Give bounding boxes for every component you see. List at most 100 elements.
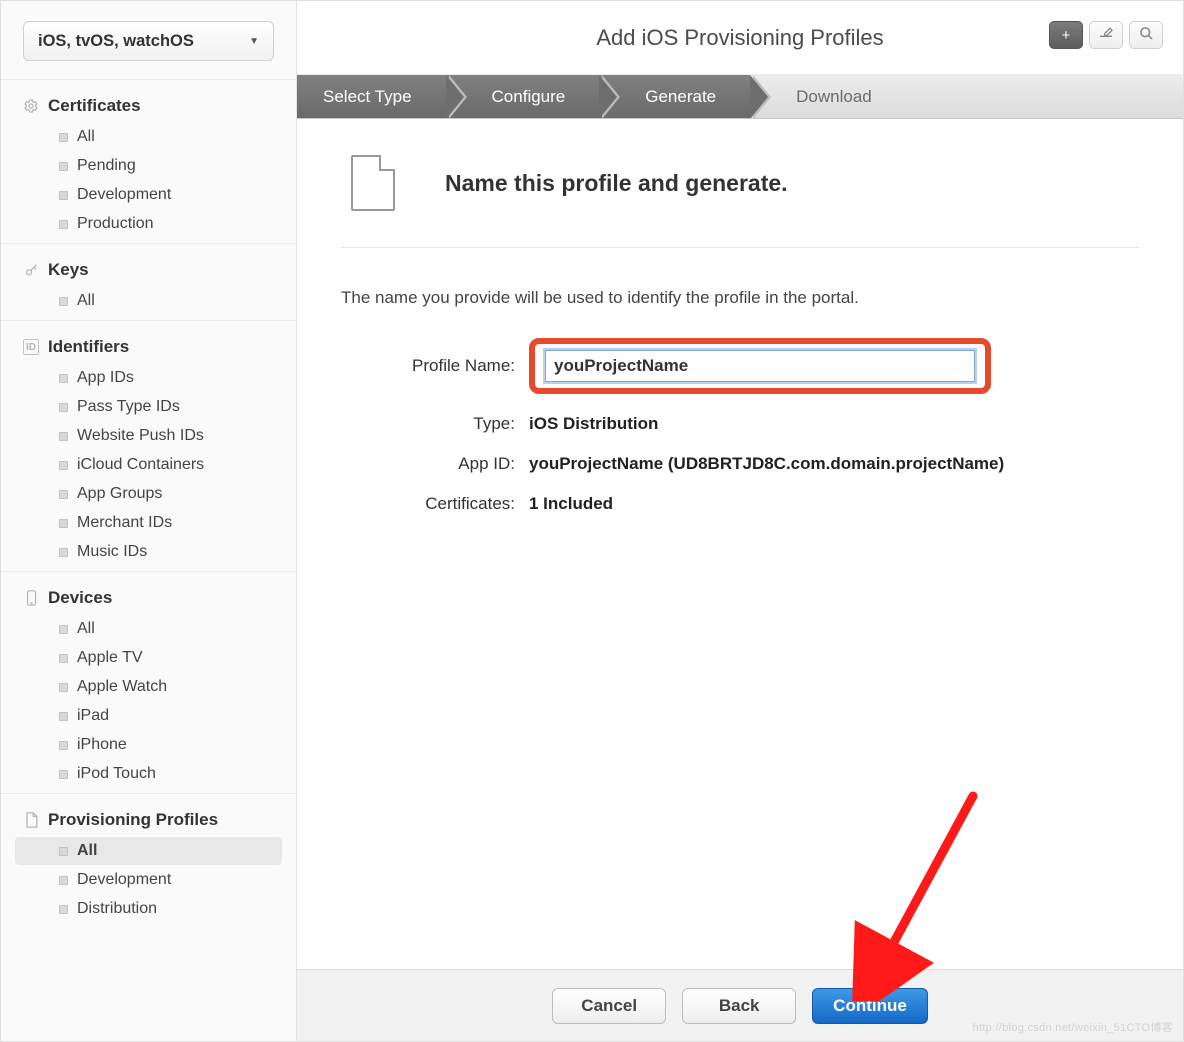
bullet-icon — [59, 162, 68, 171]
plus-icon: + — [1062, 27, 1071, 44]
step-select-type[interactable]: Select Type — [297, 75, 446, 118]
nav-item-label: All — [77, 620, 95, 638]
sidebar-item-app-ids[interactable]: App IDs — [15, 364, 282, 392]
sidebar-item-merchant-ids[interactable]: Merchant IDs — [15, 509, 282, 537]
content-pane: Name this profile and generate. The name… — [297, 119, 1183, 969]
content-header: Name this profile and generate. — [341, 155, 1139, 248]
sidebar-item-music-ids[interactable]: Music IDs — [15, 538, 282, 566]
back-button[interactable]: Back — [682, 988, 796, 1024]
nav-heading-identifiers[interactable]: ID Identifiers — [1, 331, 296, 363]
label-certificates: Certificates: — [341, 494, 529, 514]
edit-button[interactable] — [1089, 21, 1123, 49]
bullet-icon — [59, 876, 68, 885]
sidebar-item-pass-type-ids[interactable]: Pass Type IDs — [15, 393, 282, 421]
nav-item-label: Development — [77, 186, 171, 204]
content-title: Name this profile and generate. — [445, 170, 788, 197]
device-icon — [23, 590, 39, 606]
row-certificates: Certificates: 1 Included — [341, 494, 1139, 514]
sidebar-item-app-groups[interactable]: App Groups — [15, 480, 282, 508]
nav-item-label: iCloud Containers — [77, 456, 204, 474]
bullet-icon — [59, 847, 68, 856]
step-generate[interactable]: Generate — [599, 75, 750, 118]
topbar: Add iOS Provisioning Profiles + — [297, 1, 1183, 75]
nav-item-label: App IDs — [77, 369, 134, 387]
sidebar-item-certificates-development[interactable]: Development — [15, 181, 282, 209]
step-label: Download — [796, 87, 872, 107]
nav-heading-certificates[interactable]: Certificates — [1, 90, 296, 122]
nav-section-keys: Keys All — [1, 243, 296, 320]
value-type: iOS Distribution — [529, 414, 658, 434]
sidebar-item-certificates-all[interactable]: All — [15, 123, 282, 151]
row-app-id: App ID: youProjectName (UD8BRTJD8C.com.d… — [341, 454, 1139, 474]
bullet-icon — [59, 403, 68, 412]
platform-selector[interactable]: iOS, tvOS, watchOS ▼ — [23, 21, 274, 61]
cancel-button[interactable]: Cancel — [552, 988, 666, 1024]
sidebar-item-profiles-all[interactable]: All — [15, 837, 282, 865]
nav-item-label: Distribution — [77, 900, 157, 918]
nav-item-label: All — [77, 842, 97, 860]
nav-section-identifiers: ID Identifiers App IDs Pass Type IDs Web… — [1, 320, 296, 571]
bullet-icon — [59, 519, 68, 528]
watermark: http://blog.csdn.net/weixin_51CTO博客 — [973, 1019, 1173, 1035]
sidebar-item-apple-watch[interactable]: Apple Watch — [15, 673, 282, 701]
step-configure[interactable]: Configure — [446, 75, 600, 118]
add-button[interactable]: + — [1049, 21, 1083, 49]
bullet-icon — [59, 683, 68, 692]
label-profile-name: Profile Name: — [341, 356, 529, 376]
nav-item-label: Merchant IDs — [77, 514, 172, 532]
toolbar: + — [1049, 21, 1163, 49]
sidebar-item-ipad[interactable]: iPad — [15, 702, 282, 730]
edit-icon — [1098, 26, 1114, 44]
sidebar-item-website-push-ids[interactable]: Website Push IDs — [15, 422, 282, 450]
sidebar-item-apple-tv[interactable]: Apple TV — [15, 644, 282, 672]
profile-name-input[interactable] — [545, 350, 975, 382]
nav-item-label: Production — [77, 215, 154, 233]
document-icon — [23, 812, 39, 828]
step-download: Download — [750, 75, 906, 118]
nav-item-label: All — [77, 292, 95, 310]
nav-item-label: Website Push IDs — [77, 427, 204, 445]
nav-heading-label: Certificates — [48, 96, 141, 116]
bullet-icon — [59, 770, 68, 779]
bullet-icon — [59, 490, 68, 499]
nav-item-label: Pending — [77, 157, 136, 175]
gear-icon — [23, 98, 39, 114]
bullet-icon — [59, 461, 68, 470]
nav-heading-label: Keys — [48, 260, 89, 280]
bullet-icon — [59, 712, 68, 721]
continue-button[interactable]: Continue — [812, 988, 928, 1024]
bullet-icon — [59, 191, 68, 200]
sidebar-item-iphone[interactable]: iPhone — [15, 731, 282, 759]
nav-heading-keys[interactable]: Keys — [1, 254, 296, 286]
sidebar-item-devices-all[interactable]: All — [15, 615, 282, 643]
nav-heading-label: Provisioning Profiles — [48, 810, 218, 830]
nav-item-label: Pass Type IDs — [77, 398, 180, 416]
sidebar-item-keys-all[interactable]: All — [15, 287, 282, 315]
sidebar-item-ipod-touch[interactable]: iPod Touch — [15, 760, 282, 788]
step-label: Configure — [492, 87, 566, 107]
sidebar-item-profiles-distribution[interactable]: Distribution — [15, 895, 282, 923]
platform-selector-label: iOS, tvOS, watchOS — [38, 32, 194, 51]
nav-item-label: All — [77, 128, 95, 146]
nav-heading-devices[interactable]: Devices — [1, 582, 296, 614]
sidebar-item-profiles-development[interactable]: Development — [15, 866, 282, 894]
sidebar: iOS, tvOS, watchOS ▼ Certificates All Pe… — [1, 1, 297, 1041]
search-button[interactable] — [1129, 21, 1163, 49]
sidebar-item-certificates-pending[interactable]: Pending — [15, 152, 282, 180]
caret-down-icon: ▼ — [249, 36, 259, 47]
key-icon — [23, 262, 39, 278]
value-app-id: youProjectName (UD8BRTJD8C.com.domain.pr… — [529, 454, 1004, 474]
bullet-icon — [59, 297, 68, 306]
sidebar-item-icloud-containers[interactable]: iCloud Containers — [15, 451, 282, 479]
search-icon — [1139, 26, 1154, 45]
nav-item-label: Music IDs — [77, 543, 147, 561]
row-type: Type: iOS Distribution — [341, 414, 1139, 434]
sidebar-item-certificates-production[interactable]: Production — [15, 210, 282, 238]
step-label: Generate — [645, 87, 716, 107]
nav-section-devices: Devices All Apple TV Apple Watch iPad iP… — [1, 571, 296, 793]
app-window: iOS, tvOS, watchOS ▼ Certificates All Pe… — [0, 0, 1184, 1042]
nav-heading-provisioning-profiles[interactable]: Provisioning Profiles — [1, 804, 296, 836]
nav-item-label: Development — [77, 871, 171, 889]
nav-item-label: iPad — [77, 707, 109, 725]
step-label: Select Type — [323, 87, 412, 107]
